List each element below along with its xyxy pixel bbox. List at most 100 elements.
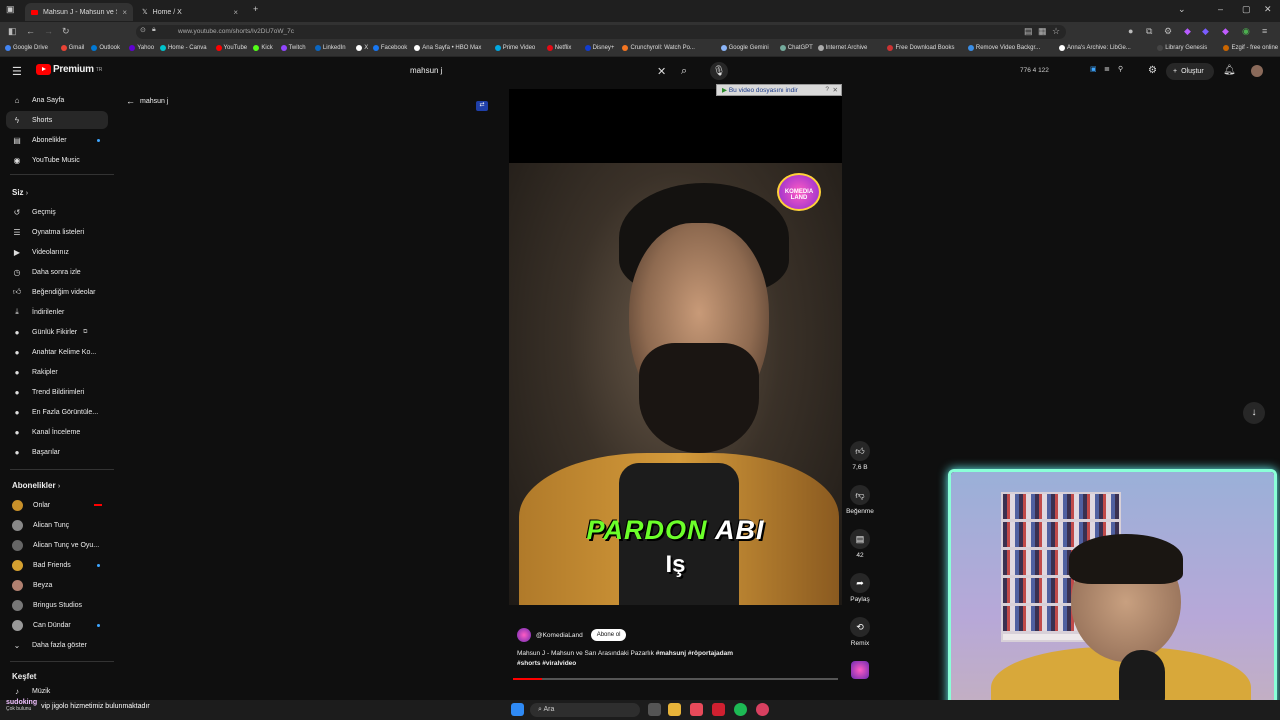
sidebar-item-anahtar-kelime-ko[interactable]: ● Anahtar Kelime Ko...: [6, 343, 108, 361]
tab-youtube[interactable]: Mahsun J - Mahsun ve Sarı ×: [25, 3, 133, 21]
bookmark-item[interactable]: ChatGPT: [779, 45, 813, 51]
bookmark-item[interactable]: Ezgif - free online ani...: [1223, 45, 1280, 51]
sidebar-item-trend-bildirimleri[interactable]: ● Trend Bildirimleri: [6, 383, 108, 401]
section-heading-subscriptions[interactable]: Abonelikler ›: [12, 481, 60, 490]
extension-icon[interactable]: ◆: [1222, 26, 1229, 37]
bookmark-star-icon[interactable]: ☆: [1052, 26, 1060, 37]
extension-icon[interactable]: ◉: [1242, 26, 1250, 37]
bookmark-item[interactable]: Outlook: [91, 45, 120, 51]
extension-icon[interactable]: ⚲: [1118, 65, 1123, 73]
tab-search-icon[interactable]: ⌄: [1178, 4, 1186, 15]
close-tab-icon[interactable]: ×: [122, 8, 127, 17]
browser-icon[interactable]: [690, 703, 703, 716]
bookmark-item[interactable]: YouTube: [215, 45, 247, 51]
close-window-icon[interactable]: ✕: [1264, 4, 1272, 15]
extension-icon[interactable]: ◆: [1202, 26, 1209, 37]
share-button[interactable]: ➦ Paylaş: [846, 573, 874, 603]
bookmark-item[interactable]: Google Gemini: [720, 45, 769, 51]
bookmark-item[interactable]: X: [356, 45, 368, 51]
sidebar-item-i-ndirilenler[interactable]: ⤓ İndirilenler: [6, 303, 108, 321]
sidebar-item-en-fazla-g-r-nt-le[interactable]: ● En Fazla Görüntüle...: [6, 403, 108, 421]
translate-extension-icon[interactable]: ⇄: [476, 101, 488, 111]
sidebar-item-rakipler[interactable]: ● Rakipler: [6, 363, 108, 381]
subscription-item[interactable]: Alican Tunç ve Oyu...: [6, 536, 108, 554]
bookmark-item[interactable]: Prime Video: [494, 45, 535, 51]
forward-icon[interactable]: →: [44, 26, 53, 36]
subscription-item[interactable]: Bringus Studios: [6, 596, 108, 614]
sidebar-toggle-icon[interactable]: ◧: [8, 26, 17, 37]
bookmark-item[interactable]: Kick: [253, 45, 273, 51]
lock-icon[interactable]: 🔒︎: [152, 26, 156, 34]
bookmark-item[interactable]: Yahoo: [129, 45, 154, 51]
taskbar-search[interactable]: ⌕ Ara: [530, 703, 640, 717]
shorts-video-player[interactable]: KOMEDIA LAND PARDON ABI Iş: [509, 89, 842, 605]
sound-source-avatar[interactable]: [851, 661, 869, 679]
new-tab-icon[interactable]: +: [253, 4, 258, 14]
sidebar-item-youtube-music[interactable]: ◉ YouTube Music: [6, 151, 108, 169]
bookmark-item[interactable]: Twitch: [280, 45, 306, 51]
clear-search-icon[interactable]: ✕: [657, 65, 666, 78]
bookmark-item[interactable]: Disney+: [584, 45, 614, 51]
bookmark-item[interactable]: Facebook: [372, 45, 407, 51]
subscription-item[interactable]: ⌄ Daha fazla göster: [6, 636, 108, 654]
next-video-arrow-icon[interactable]: ↓: [1243, 402, 1265, 424]
sidebar-item-shorts[interactable]: ϟ Shorts: [6, 111, 108, 129]
studio-icon[interactable]: ⚙: [1148, 65, 1157, 76]
subscription-item[interactable]: Onlar: [6, 496, 108, 514]
bookmark-item[interactable]: Free Download Books: [887, 45, 954, 51]
address-bar[interactable]: www.youtube.com/shorts/Iv2DU7oW_7c: [136, 25, 1066, 39]
task-view-icon[interactable]: [648, 703, 661, 716]
wps-icon[interactable]: [712, 703, 725, 716]
sidebar-item-be-endi-im-videolar[interactable]: 👍︎ Beğendiğim videolar: [6, 283, 108, 301]
file-explorer-icon[interactable]: [668, 703, 681, 716]
profile-icon[interactable]: ●: [1128, 26, 1133, 36]
hamburger-menu-icon[interactable]: ☰: [12, 65, 22, 78]
tab-x[interactable]: 𝕏 Home / X ×: [136, 3, 244, 21]
menu-icon[interactable]: ≡: [1262, 26, 1267, 36]
comment-button[interactable]: ▤ 42: [846, 529, 874, 559]
channel-name[interactable]: @KomediaLand: [536, 632, 583, 639]
close-icon[interactable]: ✕: [833, 86, 838, 94]
subscription-item[interactable]: Bad Friends: [6, 556, 108, 574]
subscription-item[interactable]: Alican Tunç: [6, 516, 108, 534]
extension-icon[interactable]: ≣: [1104, 65, 1110, 73]
like-button[interactable]: 👍︎ 7,6 B: [846, 441, 874, 471]
section-heading-you[interactable]: Siz ›: [12, 188, 28, 197]
shorts-back-link[interactable]: ← mahsun j: [126, 96, 168, 106]
app-icon[interactable]: [756, 703, 769, 716]
sidebar-item-abonelikler[interactable]: ▤ Abonelikler: [6, 131, 108, 149]
spotify-icon[interactable]: [734, 703, 747, 716]
search-icon[interactable]: ⌕: [681, 65, 687, 78]
bookmark-item[interactable]: LinkedIn: [314, 45, 346, 51]
bookmark-item[interactable]: Library Genesis: [1157, 45, 1207, 51]
extension-icon[interactable]: ◆: [1184, 26, 1191, 37]
remix-button[interactable]: ⟲ Remix: [846, 617, 874, 647]
bookmark-item[interactable]: Internet Archive: [817, 45, 867, 51]
site-info-icon[interactable]: ⊙: [140, 26, 146, 34]
bookmark-item[interactable]: Gmail: [60, 45, 84, 51]
sidebar-item-videolar-n-z[interactable]: ▶ Videolarınız: [6, 243, 108, 261]
extension-icon[interactable]: ▣: [1090, 65, 1097, 73]
extension-icon[interactable]: ⧉: [1146, 26, 1152, 37]
video-progress-bar[interactable]: [513, 678, 838, 680]
download-video-bar[interactable]: ▶ Bu video dosyasını indir ? ✕: [716, 84, 842, 96]
reload-icon[interactable]: ↻: [62, 26, 70, 37]
tab-actions-icon[interactable]: ▣: [6, 4, 15, 15]
sidebar-item-kanal-i-nceleme[interactable]: ● Kanal İnceleme: [6, 423, 108, 441]
bookmark-item[interactable]: Crunchyroll: Watch Po...: [622, 45, 695, 51]
minimize-icon[interactable]: –: [1218, 4, 1223, 14]
create-button[interactable]: + Oluştur: [1166, 63, 1214, 80]
bookmark-item[interactable]: Anna's Archive: LibGe...: [1059, 45, 1131, 51]
bookmark-item[interactable]: Netflix: [546, 45, 571, 51]
sidebar-item-ba-ar-lar[interactable]: ● Başarılar: [6, 443, 108, 461]
bookmark-item[interactable]: Remove Video Backgr...: [967, 45, 1040, 51]
windows-start-icon[interactable]: [511, 703, 524, 716]
sidebar-item-oynatma-listeleri[interactable]: ☰ Oynatma listeleri: [6, 223, 108, 241]
bookmark-item[interactable]: Home - Canva: [159, 45, 207, 51]
avatar[interactable]: [1251, 65, 1263, 77]
sidebar-item-music[interactable]: ♪ Müzik: [6, 685, 108, 697]
back-icon[interactable]: ←: [26, 26, 35, 36]
sidebar-item-ge-mi[interactable]: ↺ Geçmiş: [6, 203, 108, 221]
maximize-icon[interactable]: ▢: [1242, 4, 1251, 15]
sidebar-item-ana-sayfa[interactable]: ⌂ Ana Sayfa: [6, 91, 108, 109]
